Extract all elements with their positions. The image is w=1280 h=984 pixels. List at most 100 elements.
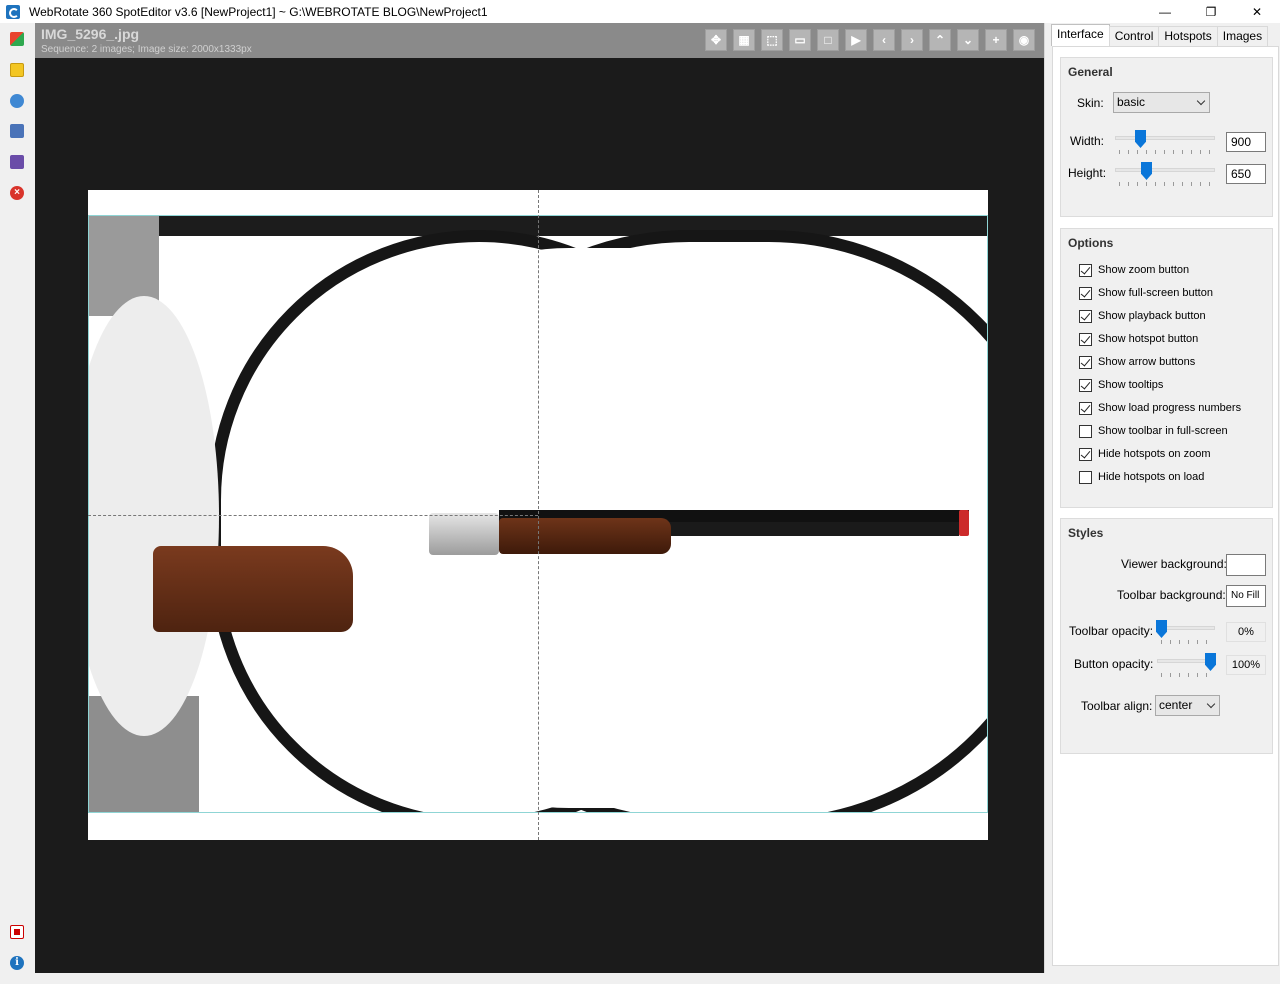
height-input[interactable]: 650 <box>1226 164 1266 184</box>
hotspot-icon[interactable]: ◉ <box>1013 29 1035 51</box>
styles-group: Styles Viewer background: Toolbar backgr… <box>1060 518 1273 754</box>
option-show-arrow-buttons[interactable]: Show arrow buttons <box>1079 354 1195 370</box>
option-hide-hotspots-zoom[interactable]: Hide hotspots on zoom <box>1079 446 1211 462</box>
file-name: IMG_5296_.jpg <box>41 26 140 42</box>
checkbox[interactable] <box>1079 263 1092 277</box>
title-bar: WebRotate 360 SpotEditor v3.6 [NewProjec… <box>0 0 1280 23</box>
save-icon[interactable] <box>10 155 24 169</box>
height-slider-ticks <box>1119 182 1213 186</box>
center-guide-vertical <box>538 190 539 840</box>
viewer-stage[interactable] <box>88 190 988 840</box>
info-icon[interactable]: i <box>10 956 24 970</box>
width-input[interactable]: 900 <box>1226 132 1266 152</box>
status-bar <box>0 973 1280 984</box>
option-show-toolbar-fullscreen[interactable]: Show toolbar in full-screen <box>1079 423 1228 439</box>
height-slider-track[interactable] <box>1115 168 1215 172</box>
option-show-playback-button[interactable]: Show playback button <box>1079 308 1206 324</box>
select-icon[interactable]: ⬚ <box>761 29 783 51</box>
chevron-down-icon <box>1206 699 1216 709</box>
viewer-toolbar: ✥ ▦ ⬚ ▭ □ ▶ ‹ › ⌃ ⌄ + ◉ <box>705 29 1041 51</box>
close-project-icon[interactable]: × <box>10 186 24 200</box>
toolbar-opacity-thumb[interactable] <box>1156 620 1167 638</box>
arrow-down-icon[interactable]: ⌄ <box>957 29 979 51</box>
tab-images[interactable]: Images <box>1216 26 1269 46</box>
checkbox[interactable] <box>1079 401 1092 415</box>
checkbox[interactable] <box>1079 286 1092 300</box>
properties-panel: Interface Control Hotspots Images Genera… <box>1044 23 1280 973</box>
panel-tabs: Interface Control Hotspots Images <box>1051 24 1269 46</box>
option-show-tooltips[interactable]: Show tooltips <box>1079 377 1163 393</box>
height-slider-thumb[interactable] <box>1141 162 1152 180</box>
turntable-disc <box>89 296 219 736</box>
zoom-icon[interactable]: + <box>985 29 1007 51</box>
tab-hotspots[interactable]: Hotspots <box>1158 26 1218 46</box>
move-icon[interactable]: ✥ <box>705 29 727 51</box>
maximize-button[interactable]: ❐ <box>1188 0 1234 23</box>
option-hide-hotspots-load[interactable]: Hide hotspots on load <box>1079 469 1204 485</box>
toolbar-opacity-label: Toolbar opacity: <box>1069 624 1154 638</box>
tab-interface[interactable]: Interface <box>1051 24 1110 46</box>
fullscreen-icon[interactable]: □ <box>817 29 839 51</box>
button-opacity-label: Button opacity: <box>1074 657 1154 671</box>
option-label: Show arrow buttons <box>1098 356 1196 368</box>
options-title: Options <box>1068 236 1114 250</box>
options-group: Options Show zoom button Show full-scree… <box>1060 228 1273 508</box>
checkbox[interactable] <box>1079 355 1092 369</box>
checkbox[interactable] <box>1079 332 1092 346</box>
preview-icon[interactable] <box>10 94 24 108</box>
close-button[interactable]: ✕ <box>1234 0 1280 23</box>
option-label: Show toolbar in full-screen <box>1098 425 1228 437</box>
window-controls: — ❐ ✕ <box>1142 0 1280 23</box>
toolbar-align-label: Toolbar align: <box>1081 699 1153 713</box>
option-label: Show full-screen button <box>1098 287 1213 299</box>
height-label: Height: <box>1068 166 1107 180</box>
option-label: Show zoom button <box>1098 264 1190 276</box>
option-label: Show load progress numbers <box>1098 402 1242 414</box>
checkbox[interactable] <box>1079 447 1092 461</box>
width-label: Width: <box>1070 134 1105 148</box>
open-project-icon[interactable] <box>10 63 24 77</box>
grid-icon[interactable]: ▦ <box>733 29 755 51</box>
chevron-down-icon <box>1196 96 1206 106</box>
width-slider-thumb[interactable] <box>1135 130 1146 148</box>
option-label: Show tooltips <box>1098 379 1164 391</box>
arrow-left-icon[interactable]: ‹ <box>873 29 895 51</box>
tab-control[interactable]: Control <box>1108 26 1160 46</box>
tab-content-interface: General Skin: basic Width: 900 Height: 6… <box>1052 46 1279 966</box>
checkbox[interactable] <box>1079 470 1092 484</box>
styles-title: Styles <box>1068 526 1104 540</box>
general-title: General <box>1068 65 1113 79</box>
option-show-hotspot-button[interactable]: Show hotspot button <box>1079 331 1198 347</box>
toolbar-opacity-value: 0% <box>1226 622 1266 642</box>
checkbox[interactable] <box>1079 309 1092 323</box>
pdf-help-icon[interactable] <box>10 925 24 939</box>
toolbar-align-select[interactable]: center <box>1155 695 1220 716</box>
toolbar-bg-swatch[interactable]: No Fill <box>1226 585 1266 607</box>
gun-action <box>429 513 499 555</box>
frame-icon[interactable]: ▭ <box>789 29 811 51</box>
viewer-area: IMG_5296_.jpg Sequence: 2 images; Image … <box>35 23 1044 973</box>
arrow-up-icon[interactable]: ⌃ <box>929 29 951 51</box>
app-logo-icon <box>6 4 20 19</box>
minimize-button[interactable]: — <box>1142 0 1188 23</box>
add-images-icon[interactable] <box>10 32 24 46</box>
checkbox[interactable] <box>1079 424 1092 438</box>
option-show-fullscreen-button[interactable]: Show full-screen button <box>1079 285 1213 301</box>
publish-icon[interactable] <box>10 124 24 138</box>
option-label: Hide hotspots on load <box>1098 471 1205 483</box>
gun-forend <box>499 518 671 554</box>
skin-select[interactable]: basic <box>1113 92 1210 113</box>
arrow-right-icon[interactable]: › <box>901 29 923 51</box>
play-icon[interactable]: ▶ <box>845 29 867 51</box>
viewer-bg-label: Viewer background: <box>1121 557 1227 571</box>
button-opacity-ticks <box>1161 673 1215 677</box>
button-opacity-thumb[interactable] <box>1205 653 1216 671</box>
option-show-zoom-button[interactable]: Show zoom button <box>1079 262 1189 278</box>
checkbox[interactable] <box>1079 378 1092 392</box>
gun-stock <box>153 546 353 632</box>
left-toolbar: × i <box>0 23 35 973</box>
sequence-info: Sequence: 2 images; Image size: 2000x133… <box>41 44 252 55</box>
width-slider-track[interactable] <box>1115 136 1215 140</box>
option-show-load-progress[interactable]: Show load progress numbers <box>1079 400 1241 416</box>
viewer-bg-swatch[interactable] <box>1226 554 1266 576</box>
